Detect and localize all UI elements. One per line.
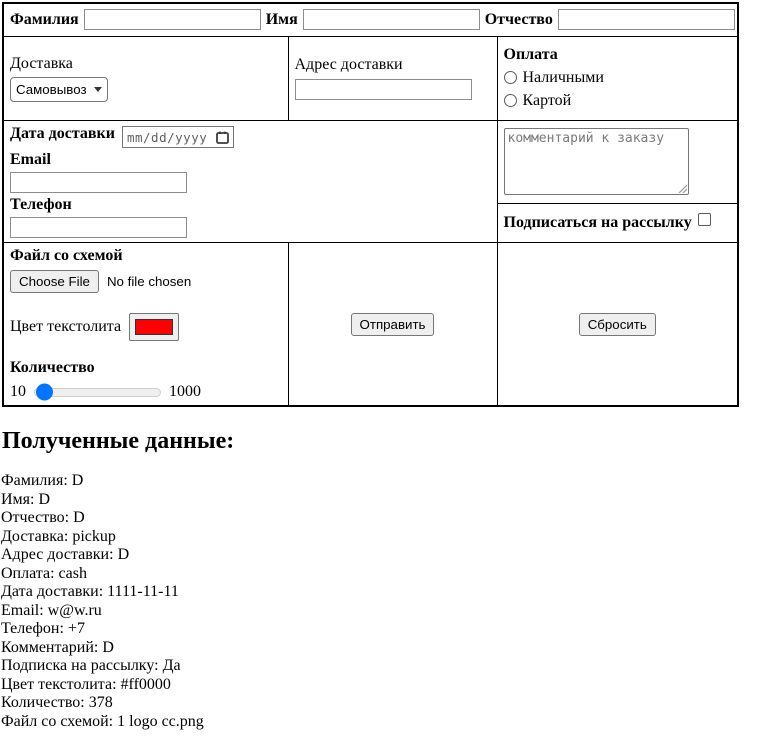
- payment-cash-label: Наличными: [523, 69, 604, 86]
- delivery-date-label: Дата доставки: [10, 125, 115, 142]
- result-line-phone: Телефон: +7: [1, 620, 761, 639]
- payment-label: Оплата: [504, 46, 732, 64]
- reset-button[interactable]: Сбросить: [579, 313, 656, 336]
- result-line-surname: Фамилия: D: [1, 472, 761, 491]
- color-picker[interactable]: [129, 313, 179, 341]
- delivery-cell: Доставка Самовывоз: [3, 36, 288, 120]
- patronymic-input[interactable]: [558, 9, 735, 30]
- contact-cell: Дата доставки mm/dd/yyyy Email Телефон: [3, 120, 497, 243]
- color-label: Цвет текстолита: [10, 318, 121, 336]
- file-label: Файл со схемой: [10, 247, 282, 265]
- email-label: Email: [10, 151, 491, 169]
- quantity-slider[interactable]: [34, 388, 161, 397]
- subscribe-checkbox[interactable]: [698, 213, 711, 226]
- chevron-down-icon: [94, 87, 102, 92]
- patronymic-label: Отчество: [485, 11, 553, 29]
- comment-placeholder: комментарий к заказу: [508, 131, 665, 146]
- address-cell: Адрес доставки: [288, 36, 497, 120]
- firstname-label: Имя: [266, 11, 298, 29]
- color-swatch: [135, 319, 173, 335]
- result-line-email: Email: w@w.ru: [1, 602, 761, 621]
- choose-file-button[interactable]: Choose File: [10, 270, 99, 293]
- result-line-subscribe: Подписка на рассылку: Да: [1, 657, 761, 676]
- subscribe-cell: Подписаться на рассылку: [497, 203, 738, 242]
- comment-textarea[interactable]: комментарий к заказу: [504, 128, 689, 195]
- results-list: Фамилия: D Имя: D Отчество: D Доставка: …: [1, 472, 761, 731]
- surname-input[interactable]: [84, 9, 261, 30]
- date-placeholder: mm/dd/yyyy: [127, 130, 207, 145]
- result-line-delivery: Доставка: pickup: [1, 528, 761, 547]
- quantity-label: Количество: [10, 359, 282, 377]
- result-line-patronymic: Отчество: D: [1, 509, 761, 528]
- address-label: Адрес доставки: [295, 56, 491, 74]
- result-line-payment: Оплата: cash: [1, 565, 761, 584]
- results-heading: Полученные данные:: [2, 427, 761, 455]
- payment-card-label: Картой: [523, 92, 572, 109]
- quantity-max-label: 1000: [169, 383, 201, 401]
- calendar-icon[interactable]: [216, 131, 229, 144]
- options-cell: Файл со схемой Choose File No file chose…: [3, 243, 288, 407]
- result-line-color: Цвет текстолита: #ff0000: [1, 676, 761, 695]
- payment-cash-radio[interactable]: [504, 71, 517, 84]
- subscribe-label: Подписаться на рассылку: [504, 214, 692, 231]
- slider-thumb[interactable]: [36, 384, 53, 401]
- address-input[interactable]: [295, 79, 472, 100]
- surname-label: Фамилия: [10, 11, 79, 29]
- result-line-file: Файл со схемой: 1 logo cc.png: [1, 713, 761, 732]
- phone-input[interactable]: [10, 217, 187, 238]
- email-input[interactable]: [10, 172, 187, 193]
- delivery-date-input[interactable]: mm/dd/yyyy: [122, 126, 234, 148]
- file-status: No file chosen: [107, 274, 191, 289]
- submit-cell: Отправить: [288, 243, 497, 407]
- comment-cell: комментарий к заказу: [497, 120, 738, 203]
- delivery-select[interactable]: Самовывоз: [10, 77, 108, 102]
- delivery-label: Доставка: [10, 55, 282, 73]
- payment-cell: Оплата Наличными Картой: [497, 36, 738, 120]
- quantity-min-label: 10: [10, 383, 26, 401]
- firstname-input[interactable]: [303, 9, 480, 30]
- phone-label: Телефон: [10, 196, 491, 214]
- submit-button[interactable]: Отправить: [351, 313, 435, 336]
- order-form-table: Фамилия Имя Отчество Доставка Самовывоз …: [2, 2, 739, 407]
- result-line-date: Дата доставки: 1111-11-11: [1, 583, 761, 602]
- result-line-address: Адрес доставки: D: [1, 546, 761, 565]
- resize-handle-icon[interactable]: [678, 184, 687, 193]
- result-line-comment: Комментарий: D: [1, 639, 761, 658]
- result-line-firstname: Имя: D: [1, 491, 761, 510]
- delivery-selected-option: Самовывоз: [16, 82, 87, 97]
- result-line-quantity: Количество: 378: [1, 694, 761, 713]
- payment-card-radio[interactable]: [504, 94, 517, 107]
- reset-cell: Сбросить: [497, 243, 738, 407]
- name-fields-cell: Фамилия Имя Отчество: [3, 3, 738, 36]
